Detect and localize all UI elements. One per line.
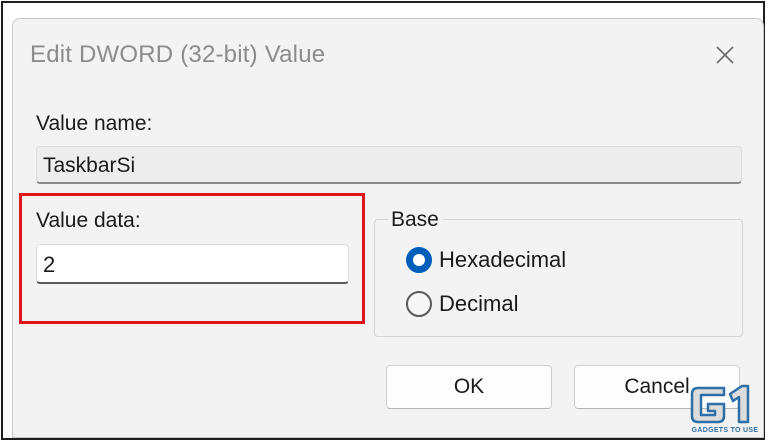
value-name-label: Value name: — [36, 112, 153, 135]
value-data-label: Value data: — [36, 209, 141, 232]
dialog-title: Edit DWORD (32-bit) Value — [30, 41, 326, 68]
close-icon — [716, 46, 734, 64]
ok-button[interactable]: OK — [386, 365, 552, 409]
hexadecimal-label: Hexadecimal — [439, 247, 567, 272]
value-name-field[interactable] — [36, 146, 742, 184]
hexadecimal-radio[interactable]: Hexadecimal — [406, 245, 566, 275]
base-groupbox — [374, 219, 743, 337]
dialog-titlebar: Edit DWORD (32-bit) Value — [13, 19, 763, 87]
radio-unchecked-icon — [406, 291, 432, 317]
decimal-radio[interactable]: Decimal — [406, 289, 518, 319]
radio-checked-icon — [406, 247, 432, 273]
value-data-input[interactable] — [36, 244, 349, 284]
edit-dword-dialog: Edit DWORD (32-bit) Value Value name: Va… — [12, 18, 764, 438]
close-button[interactable] — [705, 37, 745, 73]
cancel-button[interactable]: Cancel — [574, 365, 740, 409]
base-legend: Base — [388, 208, 442, 232]
decimal-label: Decimal — [439, 291, 519, 316]
